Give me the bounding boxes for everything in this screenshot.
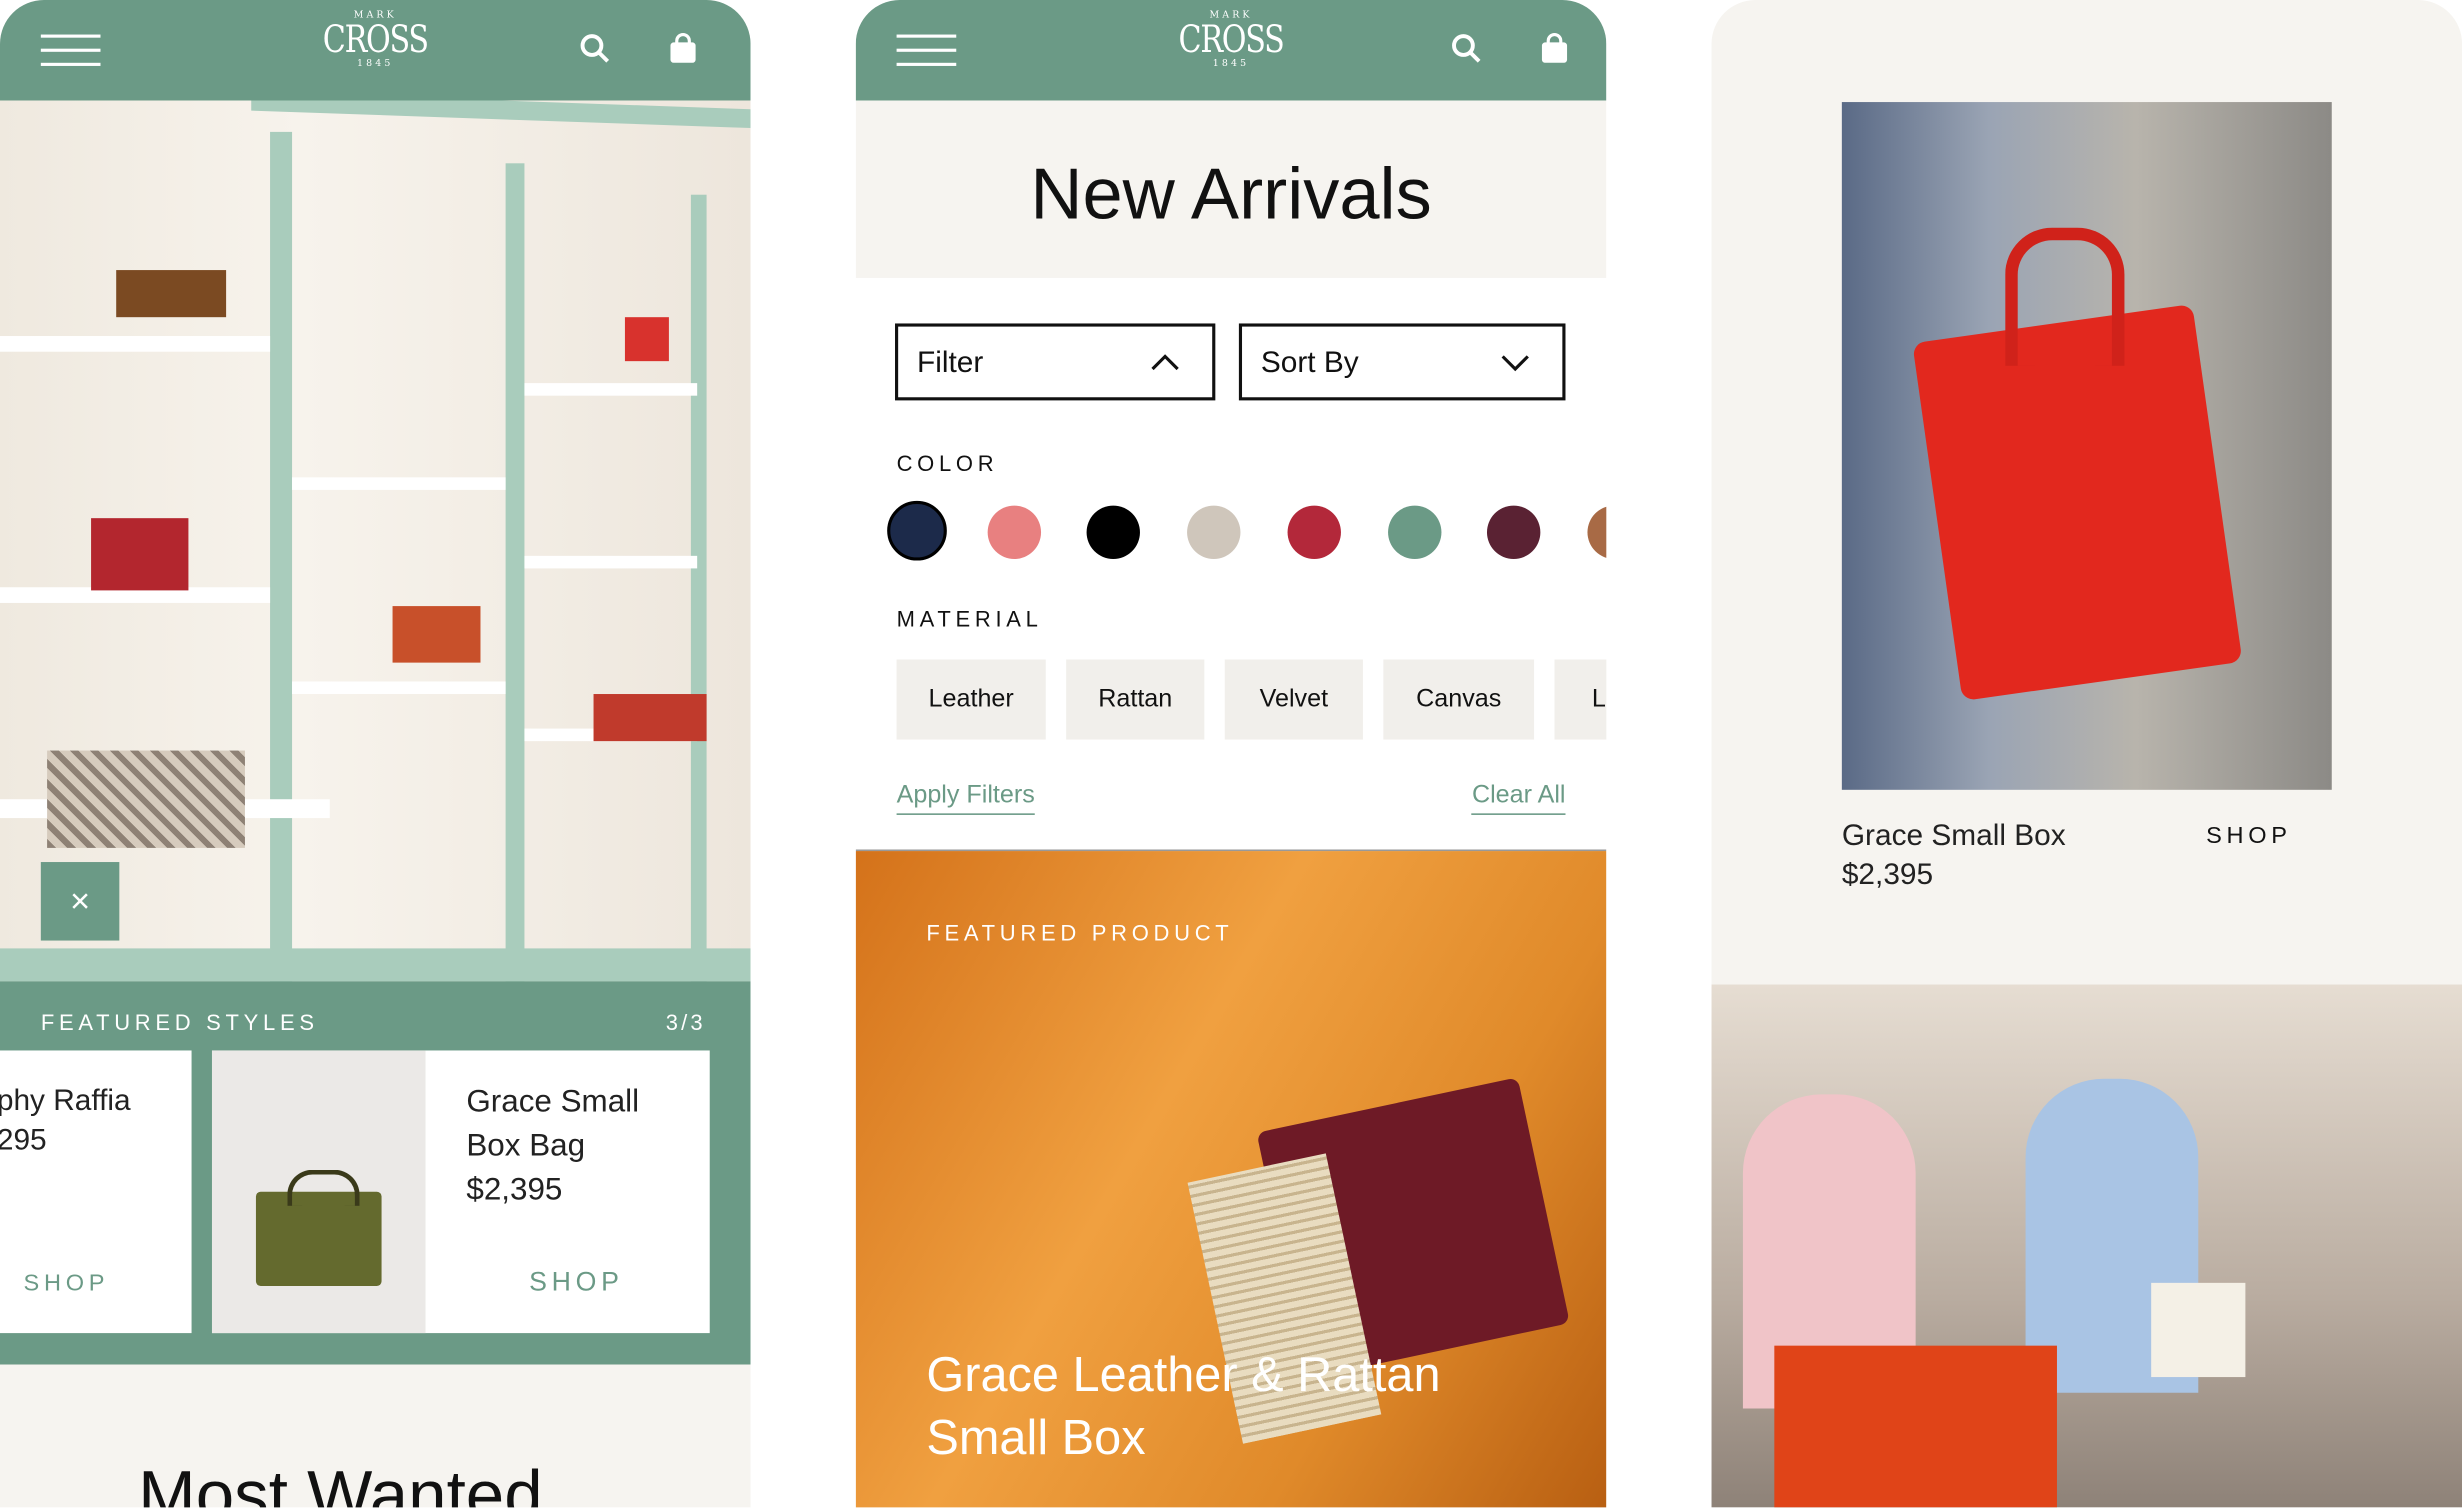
featured-product-title-line1: Grace Leather & Rattan bbox=[926, 1347, 1441, 1403]
color-swatch[interactable] bbox=[987, 505, 1041, 559]
red-box-bag-photo[interactable] bbox=[1841, 102, 2332, 790]
brand-logo[interactable]: MARK CROSS 1845 bbox=[1165, 9, 1296, 69]
material-chips: LeatherRattanVelvetCanvasLi bbox=[896, 659, 1607, 740]
color-swatch[interactable] bbox=[1487, 505, 1541, 559]
featured-styles-panel: FEATURED STYLES 3/3 phy Raffia 295 SHOP … bbox=[0, 981, 751, 1365]
boutique-shelves-photo bbox=[0, 91, 751, 982]
clear-all-link[interactable]: Clear All bbox=[1471, 782, 1566, 815]
chevron-down-icon bbox=[1501, 355, 1529, 372]
material-chip[interactable]: Velvet bbox=[1224, 659, 1363, 740]
search-icon[interactable] bbox=[578, 31, 613, 66]
title-band: New Arrivals bbox=[855, 100, 1607, 278]
hamburger-menu-icon[interactable] bbox=[896, 34, 957, 66]
material-heading: MATERIAL bbox=[896, 606, 1043, 632]
most-wanted-heading: Most Wanted bbox=[138, 1457, 543, 1508]
shop-link[interactable]: SHOP bbox=[529, 1267, 624, 1298]
screen-new-arrivals: MARK CROSS 1845 New Arrivals Filter Sort B… bbox=[855, 0, 1607, 1508]
product-thumbnail bbox=[211, 1050, 426, 1334]
search-icon[interactable] bbox=[1449, 31, 1484, 66]
hamburger-menu-icon[interactable] bbox=[40, 34, 101, 66]
chevron-up-icon bbox=[1151, 354, 1179, 371]
color-heading: COLOR bbox=[896, 450, 999, 476]
brand-logo[interactable]: MARK CROSS 1845 bbox=[310, 9, 441, 69]
filter-dropdown[interactable]: Filter bbox=[895, 323, 1216, 401]
featured-product-title-line2: Small Box bbox=[926, 1410, 1146, 1465]
color-swatch[interactable] bbox=[1387, 505, 1441, 559]
material-chip[interactable]: Leather bbox=[896, 659, 1046, 740]
carousel-count: 3/3 bbox=[665, 1009, 706, 1035]
close-button[interactable]: × bbox=[40, 862, 120, 941]
product-price: $2,395 bbox=[1841, 858, 1934, 892]
shopping-bag-icon[interactable] bbox=[666, 31, 701, 66]
product-name[interactable]: Grace Small Box bbox=[1842, 820, 2066, 855]
featured-product-eyebrow: FEATURED PRODUCT bbox=[926, 920, 1234, 946]
top-header: MARK CROSS 1845 bbox=[855, 0, 1607, 101]
product-card[interactable]: phy Raffia 295 SHOP bbox=[0, 1050, 192, 1334]
sort-by-dropdown[interactable]: Sort By bbox=[1238, 323, 1566, 401]
lifestyle-photo bbox=[1711, 984, 2462, 1508]
shop-link[interactable]: SHOP bbox=[24, 1270, 110, 1297]
color-swatch[interactable] bbox=[887, 500, 947, 561]
material-chip[interactable]: Canvas bbox=[1383, 659, 1535, 740]
material-chip[interactable]: Li bbox=[1554, 659, 1607, 740]
color-swatch[interactable] bbox=[1187, 505, 1241, 559]
shop-link[interactable]: SHOP bbox=[2206, 823, 2292, 850]
shopping-bag-icon[interactable] bbox=[1537, 31, 1572, 66]
top-header: MARK CROSS 1845 bbox=[0, 0, 751, 101]
color-swatches bbox=[887, 500, 1607, 562]
color-swatch[interactable] bbox=[1287, 505, 1341, 559]
featured-styles-title: FEATURED STYLES bbox=[40, 1009, 319, 1035]
product-card[interactable]: Grace Small Box Bag $2,395 SHOP bbox=[211, 1050, 710, 1334]
screen-featured-styles: MARK CROSS 1845 × FEATURED STYLES 3/3 phy … bbox=[0, 0, 751, 1508]
material-chip[interactable]: Rattan bbox=[1066, 659, 1205, 740]
apply-filters-link[interactable]: Apply Filters bbox=[896, 782, 1035, 815]
color-swatch[interactable] bbox=[1587, 505, 1607, 559]
featured-product-banner[interactable]: FEATURED PRODUCT Grace Leather & Rattan … bbox=[855, 849, 1607, 1508]
screen-product-listing: Grace Small Box $2,395 SHOP bbox=[1711, 0, 2462, 1508]
color-swatch[interactable] bbox=[1087, 505, 1141, 559]
page-title: New Arrivals bbox=[1030, 152, 1432, 234]
